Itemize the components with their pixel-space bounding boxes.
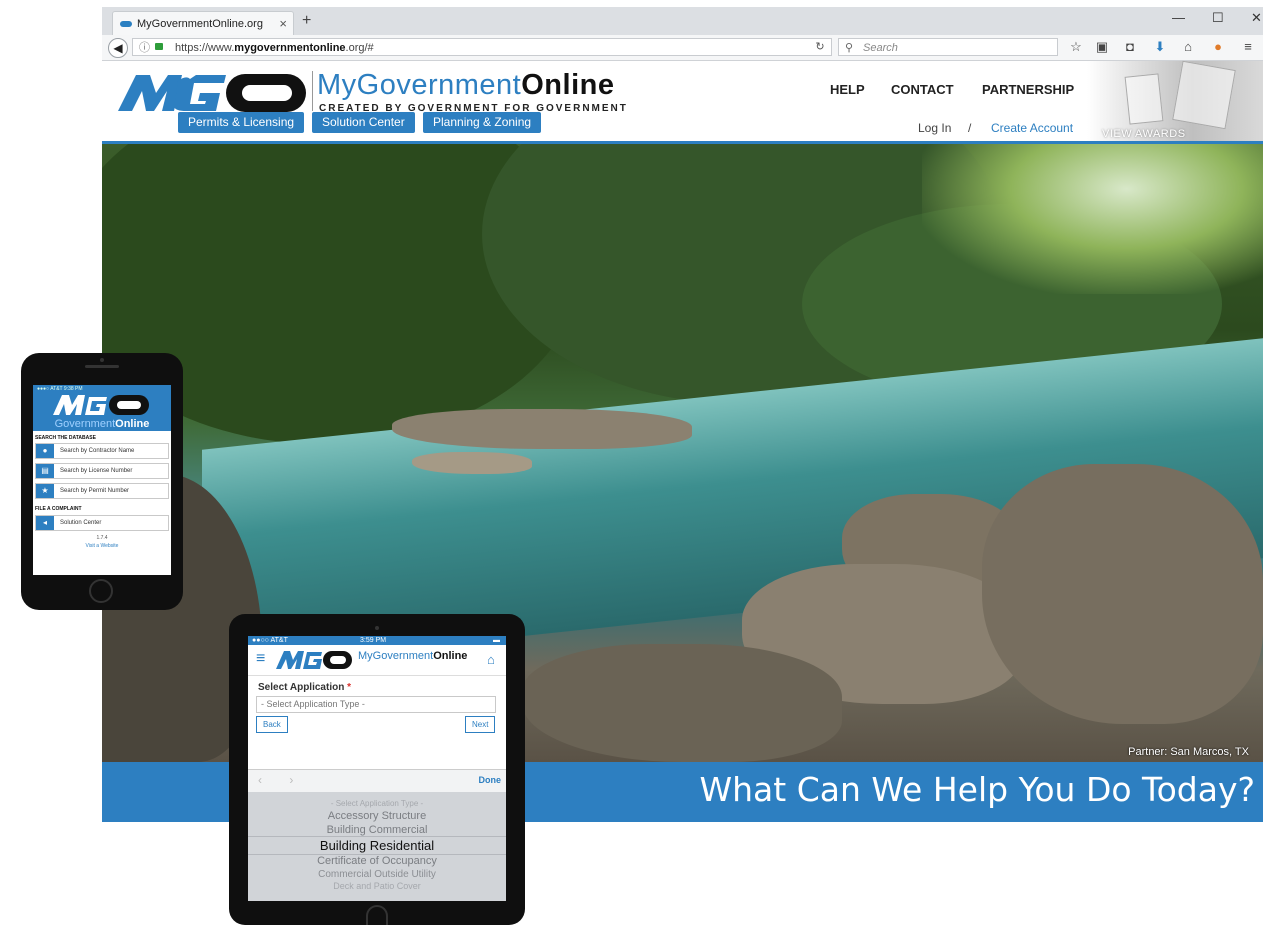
clipboard-icon[interactable]: ▣ xyxy=(1094,39,1110,55)
document-icon: ▤ xyxy=(36,464,54,478)
done-button[interactable]: Done xyxy=(479,775,502,785)
url-domain: mygovernmentonline xyxy=(234,42,346,54)
extension-icon[interactable]: ● xyxy=(1210,39,1226,55)
award-trophy-icon xyxy=(1172,60,1236,130)
tablet-screen: ●●○○ AT&T 3:59 PM ▬ ≡ MyGovernmentOnline… xyxy=(248,636,506,901)
address-bar[interactable]: ⓘ https://www.mygovernmentonline.org/# xyxy=(132,38,832,56)
home-icon[interactable]: ⌂ xyxy=(1180,39,1196,55)
navigation-toolbar: ◀ ⓘ https://www.mygovernmentonline.org/#… xyxy=(102,35,1263,61)
tablet-home-button[interactable] xyxy=(366,905,388,925)
back-arrow-icon[interactable]: ◀ xyxy=(108,38,128,58)
nav-contact[interactable]: CONTACT xyxy=(891,82,954,97)
picker-option[interactable]: Deck and Patio Cover xyxy=(248,881,506,891)
phone-mgo-logo-icon xyxy=(53,395,149,415)
nav-help[interactable]: HELP xyxy=(830,82,865,97)
maximize-icon[interactable]: ☐ xyxy=(1212,10,1224,26)
application-type-picker[interactable]: - Select Application Type - Accessory St… xyxy=(248,792,506,901)
reload-icon[interactable]: ↻ xyxy=(808,38,832,56)
back-button[interactable]: Back xyxy=(256,716,288,733)
tablet-app-header: ≡ MyGovernmentOnline ⌂ xyxy=(248,645,506,676)
tablet-mgo-logo-icon xyxy=(276,651,352,669)
url-prefix: https://www. xyxy=(175,42,235,54)
search-permit-button[interactable]: ★ Search by Permit Number xyxy=(35,483,169,499)
planning-zoning-button[interactable]: Planning & Zoning xyxy=(423,112,542,133)
star-icon[interactable]: ☆ xyxy=(1068,39,1084,55)
phone-solution-center-button[interactable]: ◂ Solution Center xyxy=(35,515,169,531)
user-icon: ● xyxy=(36,444,54,458)
close-tab-icon[interactable]: × xyxy=(279,12,287,36)
phone-camera xyxy=(100,358,104,362)
tablet-camera xyxy=(375,626,379,630)
minimize-icon[interactable]: — xyxy=(1172,10,1185,25)
phone-screen: ●●●○ AT&T 9:38 PM GovernmentOnline SEARC… xyxy=(33,385,171,575)
close-window-icon[interactable]: ✕ xyxy=(1251,10,1262,26)
mgo-logo-icon[interactable] xyxy=(116,71,308,113)
home-icon[interactable]: ⌂ xyxy=(487,652,495,667)
application-type-select[interactable]: - Select Application Type - xyxy=(256,696,496,713)
phone-section-search: SEARCH THE DATABASE xyxy=(35,435,96,441)
brand-divider xyxy=(312,71,313,111)
new-tab-icon[interactable]: + xyxy=(302,12,311,30)
picker-toolbar: ‹ › Done xyxy=(248,769,506,794)
picker-nav-arrows-icon[interactable]: ‹ › xyxy=(258,773,305,787)
tab-title: MyGovernmentOnline.org xyxy=(137,18,263,30)
phone-speaker xyxy=(85,365,119,368)
search-icon: ⚲ xyxy=(845,42,854,54)
tab-bar: MyGovernmentOnline.org × + — ☐ ✕ xyxy=(102,7,1263,35)
site-header: MyGovernmentOnline CREATED BY GOVERNMENT… xyxy=(102,60,1263,144)
site-favicon-icon xyxy=(120,21,132,27)
picker-option[interactable]: Commercial Outside Utility xyxy=(248,869,506,880)
picker-option[interactable]: Certificate of Occupancy xyxy=(248,855,506,867)
nav-partnership[interactable]: PARTNERSHIP xyxy=(982,82,1074,97)
search-contractor-button[interactable]: ● Search by Contractor Name xyxy=(35,443,169,459)
download-icon[interactable]: ⬇ xyxy=(1152,39,1168,55)
brand-name: MyGovernmentOnline xyxy=(317,69,615,101)
url-suffix: .org/# xyxy=(345,42,374,54)
login-link[interactable]: Log In xyxy=(918,121,951,135)
photo-credit: Partner: San Marcos, TX xyxy=(1128,746,1249,758)
menu-icon[interactable]: ≡ xyxy=(1240,39,1256,55)
lock-icon[interactable] xyxy=(155,43,163,50)
search-license-button[interactable]: ▤ Search by License Number xyxy=(35,463,169,479)
tablet-brand-name: MyGovernmentOnline xyxy=(358,650,468,662)
select-application-label: Select Application * xyxy=(258,682,352,693)
phone-visit-link[interactable]: Visit a Website xyxy=(33,543,171,549)
phone-status-bar: ●●●○ AT&T 9:38 PM xyxy=(37,386,83,392)
info-icon[interactable]: ⓘ xyxy=(139,39,150,57)
view-awards-link[interactable]: VIEW AWARDS xyxy=(1102,128,1186,140)
picker-option[interactable]: Building Commercial xyxy=(248,824,506,836)
search-input[interactable]: ⚲ Search xyxy=(838,38,1058,56)
pocket-icon[interactable]: ◘ xyxy=(1122,39,1138,55)
picker-option-selected[interactable]: Building Residential xyxy=(248,838,506,853)
next-button[interactable]: Next xyxy=(465,716,496,733)
picker-option[interactable]: Accessory Structure xyxy=(248,810,506,822)
phone-home-button[interactable] xyxy=(89,579,113,603)
battery-icon: ▬ xyxy=(493,637,500,644)
tablet-status-bar: ●●○○ AT&T 3:59 PM ▬ xyxy=(248,636,506,645)
browser-tab[interactable]: MyGovernmentOnline.org × xyxy=(112,11,294,35)
award-plaque-icon xyxy=(1124,73,1164,125)
solution-center-button[interactable]: Solution Center xyxy=(312,112,415,133)
phone-version: 1.7.4 xyxy=(96,535,108,541)
login-separator: / xyxy=(968,121,972,135)
star-icon: ★ xyxy=(36,484,54,498)
tablet-mockup: ●●○○ AT&T 3:59 PM ▬ ≡ MyGovernmentOnline… xyxy=(229,614,525,925)
megaphone-icon: ◂ xyxy=(36,516,54,530)
phone-section-complaint: FILE A COMPLAINT xyxy=(35,506,82,512)
picker-option[interactable]: - Select Application Type - xyxy=(248,799,506,808)
phone-app-header: ●●●○ AT&T 9:38 PM GovernmentOnline xyxy=(33,385,171,431)
phone-brand-name: GovernmentOnline xyxy=(54,418,150,430)
banner-heading: What Can We Help You Do Today? xyxy=(699,770,1256,809)
create-account-link[interactable]: Create Account xyxy=(991,121,1073,135)
phone-mockup: ●●●○ AT&T 9:38 PM GovernmentOnline SEARC… xyxy=(21,353,183,610)
hamburger-menu-icon[interactable]: ≡ xyxy=(256,650,265,668)
permits-licensing-button[interactable]: Permits & Licensing xyxy=(178,112,305,133)
search-placeholder: Search xyxy=(863,42,898,54)
